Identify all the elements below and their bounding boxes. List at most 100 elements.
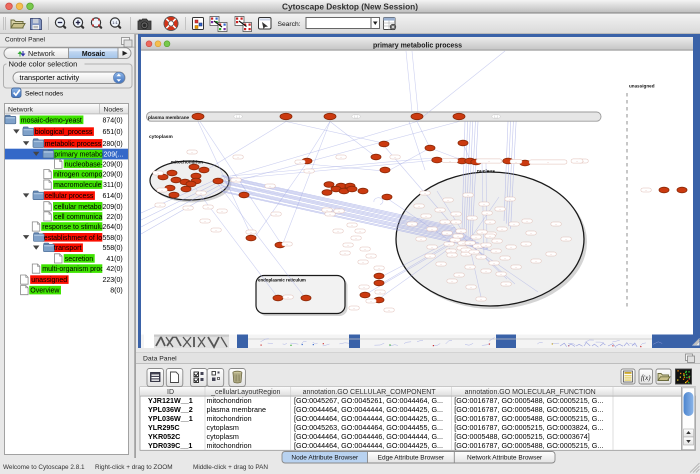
svg-text:[GO:0044464, GO:0044444, GO:00: [GO:0044464, GO:0044444, GO:0044425, G..… — [294, 414, 443, 423]
svg-text:...: ... — [645, 188, 648, 192]
svg-text:metabolic process: metabolic process — [45, 141, 102, 148]
svg-text:YPL036W__1: YPL036W__1 — [148, 414, 193, 423]
svg-text:...: ... — [355, 236, 358, 240]
svg-text:558(0): 558(0) — [102, 245, 122, 252]
svg-text:Network: Network — [8, 107, 34, 114]
svg-text:...: ... — [446, 231, 449, 235]
svg-text:...: ... — [157, 171, 160, 175]
svg-text:...: ... — [510, 245, 513, 249]
svg-text:Middle-click + drag to PAN: Middle-click + drag to PAN — [193, 464, 268, 471]
svg-text:Right-click + drag to ZOOM: Right-click + drag to ZOOM — [95, 464, 173, 471]
svg-text:558(0): 558(0) — [102, 235, 122, 242]
svg-text:f(x): f(x) — [641, 374, 651, 382]
svg-text:Select nodes: Select nodes — [25, 91, 64, 98]
svg-text:_cellularLayoutRegion: _cellularLayoutRegion — [210, 389, 280, 396]
svg-text:...: ... — [424, 191, 427, 195]
svg-text:[..]: [..] — [354, 115, 357, 119]
svg-text:...: ... — [485, 269, 488, 273]
svg-text:...: ... — [191, 150, 194, 154]
svg-text:...: ... — [480, 297, 483, 301]
svg-text:primary metabol: primary metabol — [54, 152, 105, 159]
svg-text:...: ... — [473, 250, 476, 254]
svg-text:...: ... — [576, 159, 579, 163]
svg-text:...: ... — [379, 290, 382, 294]
svg-text:...: ... — [555, 222, 558, 226]
svg-text:...: ... — [457, 234, 460, 238]
svg-text:22(0): 22(0) — [106, 214, 122, 221]
svg-text:[..]: [..] — [236, 115, 239, 119]
svg-text:[GO:0016787, GO:0005488, GO:00: [GO:0016787, GO:0005488, GO:0005215, G..… — [454, 441, 603, 450]
svg-text:...: ... — [475, 235, 478, 239]
svg-text:...: ... — [499, 207, 502, 211]
svg-text:...: ... — [364, 247, 367, 251]
svg-text:establishment of loc: establishment of loc — [44, 235, 106, 242]
svg-text:...: ... — [275, 212, 278, 216]
svg-text:...: ... — [465, 248, 468, 252]
svg-text:...: ... — [486, 211, 489, 215]
svg-text:...: ... — [359, 229, 362, 233]
svg-text:...: ... — [187, 206, 190, 210]
svg-text:...: ... — [505, 282, 508, 286]
svg-text:...: ... — [467, 193, 470, 197]
svg-text:...: ... — [237, 155, 240, 159]
svg-text:ID: ID — [167, 389, 174, 396]
svg-text:plasma membrane: plasma membrane — [207, 405, 267, 414]
svg-text:...: ... — [425, 214, 428, 218]
svg-text:...: ... — [340, 155, 343, 159]
svg-text:...: ... — [455, 212, 458, 216]
svg-text:...: ... — [338, 209, 341, 213]
svg-text:...: ... — [351, 223, 354, 227]
svg-text:...: ... — [526, 219, 529, 223]
svg-text:...: ... — [454, 238, 457, 242]
svg-text:...: ... — [462, 241, 465, 245]
svg-text:...: ... — [440, 262, 443, 266]
svg-text:41(0): 41(0) — [106, 256, 122, 263]
svg-text:...: ... — [308, 169, 311, 173]
svg-text:...: ... — [394, 155, 397, 159]
svg-text:cytoplasm: cytoplasm — [207, 423, 239, 432]
svg-text:cytoplasm: cytoplasm — [207, 432, 239, 441]
svg-text:...: ... — [204, 219, 207, 223]
svg-text:Control Panel: Control Panel — [5, 37, 45, 44]
svg-text:[GO:0044464, GO:0044446, GO:00: [GO:0044464, GO:0044446, GO:0044444, G..… — [294, 432, 443, 441]
svg-text:[GO:0005488, GO:0005215, GO:00: [GO:0005488, GO:0005215, GO:0003674] — [454, 432, 589, 441]
svg-text:transport: transport — [54, 245, 82, 252]
svg-text:...: ... — [489, 220, 492, 224]
svg-text:...: ... — [513, 222, 516, 226]
svg-text:annotation.GO MOLECULAR_FUNCTI: annotation.GO MOLECULAR_FUNCTION — [465, 389, 596, 396]
svg-text:...: ... — [525, 242, 528, 246]
svg-text:311(0): 311(0) — [103, 182, 123, 189]
svg-text:...: ... — [535, 259, 538, 263]
svg-text:...: ... — [451, 279, 454, 283]
svg-text:42(0): 42(0) — [106, 266, 122, 273]
svg-text:...: ... — [370, 254, 373, 258]
svg-text:...: ... — [493, 261, 496, 265]
svg-text:...: ... — [451, 253, 454, 257]
svg-text:...: ... — [460, 229, 463, 233]
svg-text:209(0): 209(0) — [102, 161, 122, 168]
svg-text:...: ... — [418, 204, 421, 208]
svg-text:280(0): 280(0) — [102, 141, 122, 148]
svg-text:...: ... — [299, 160, 302, 164]
svg-text:Mosaic: Mosaic — [82, 51, 106, 58]
svg-text:biological_process: biological_process — [35, 129, 93, 136]
svg-text:[GO:0044464, GO:0044444, GO:00: [GO:0044464, GO:0044444, GO:0044425, G..… — [294, 405, 443, 414]
svg-text:Node Attribute Browser: Node Attribute Browser — [291, 455, 359, 462]
svg-text:...: ... — [496, 239, 499, 243]
svg-text:...: ... — [159, 203, 162, 207]
svg-text:...: ... — [488, 159, 491, 163]
svg-text:cell communicatio: cell communicatio — [54, 214, 110, 221]
svg-text:...: ... — [447, 198, 450, 202]
svg-text:...: ... — [337, 229, 340, 233]
svg-text:...: ... — [250, 230, 253, 234]
svg-text:endoplasmic reticulum: endoplasmic reticulum — [258, 278, 306, 283]
svg-text:...: ... — [429, 254, 432, 258]
svg-text:209(...: 209(... — [104, 152, 124, 159]
svg-text:...: ... — [420, 237, 423, 241]
svg-text:651(0): 651(0) — [102, 129, 122, 136]
svg-text:...: ... — [347, 243, 350, 247]
svg-text:...: ... — [504, 256, 507, 260]
svg-text:...: ... — [344, 251, 347, 255]
svg-text:...: ... — [431, 227, 434, 231]
svg-text:[GO:0044464, GO:0044444, GO:00: [GO:0044464, GO:0044444, GO:0044425, G..… — [294, 441, 443, 450]
